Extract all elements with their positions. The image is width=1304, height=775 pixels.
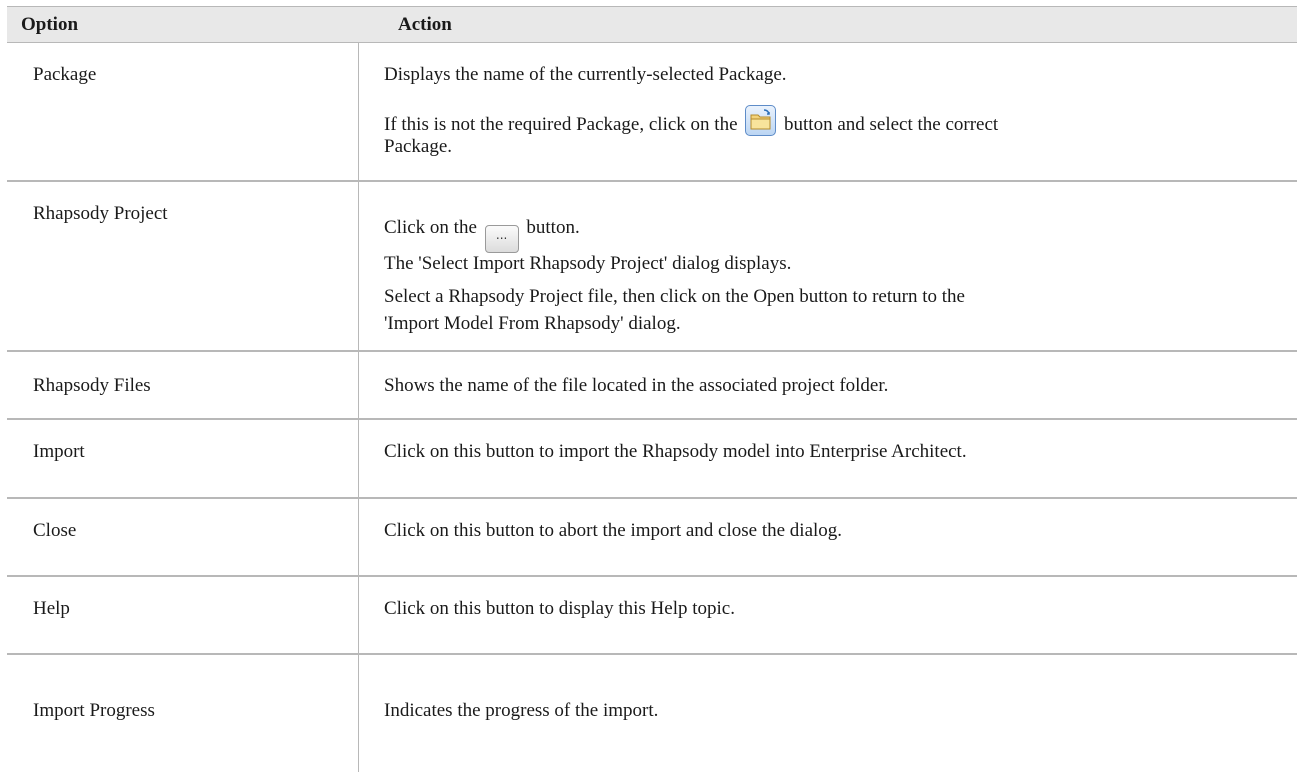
action-text: Displays the name of the currently-selec… — [384, 64, 787, 85]
action-text: Select a Rhapsody Project file, then cli… — [384, 286, 965, 307]
option-label: Package — [33, 64, 97, 85]
option-label: Help — [33, 598, 70, 619]
header-action: Action — [398, 14, 452, 35]
action-text: The 'Select Import Rhapsody Project' dia… — [384, 253, 792, 274]
action-text: Click on this button to import the Rhaps… — [384, 441, 967, 462]
action-text: Click on this button to display this Hel… — [384, 598, 735, 619]
table-row: Import Progress Indicates the progress o… — [7, 655, 1297, 775]
table-header: Option Action — [7, 6, 1297, 43]
ellipsis-button-icon: ... — [484, 225, 519, 253]
table-row: Import Click on this button to import th… — [7, 420, 1297, 499]
option-label: Import Progress — [33, 700, 155, 721]
table-row: Help Click on this button to display thi… — [7, 577, 1297, 655]
option-label: Import — [33, 441, 85, 462]
table-row: Package Displays the name of the current… — [7, 43, 1297, 182]
action-text: Package. — [384, 136, 453, 157]
action-text: Click on the ... button. — [384, 214, 1264, 253]
option-label: Close — [33, 520, 77, 541]
options-table: Option Action Package Displays the name … — [7, 6, 1297, 772]
action-text: Click on this button to abort the import… — [384, 520, 843, 541]
header-option: Option — [21, 14, 79, 35]
action-text: 'Import Model From Rhapsody' dialog. — [384, 313, 681, 334]
table-row: Rhapsody Files Shows the name of the fil… — [7, 352, 1297, 420]
action-text: Indicates the progress of the import. — [384, 700, 659, 721]
option-label: Rhapsody Project — [33, 203, 168, 224]
table-row: Rhapsody Project Click on the ... button… — [7, 182, 1297, 352]
folder-browse-icon — [745, 105, 777, 136]
table-row: Close Click on this button to abort the … — [7, 499, 1297, 577]
option-label: Rhapsody Files — [33, 375, 151, 396]
action-text: Shows the name of the file located in th… — [384, 375, 889, 396]
